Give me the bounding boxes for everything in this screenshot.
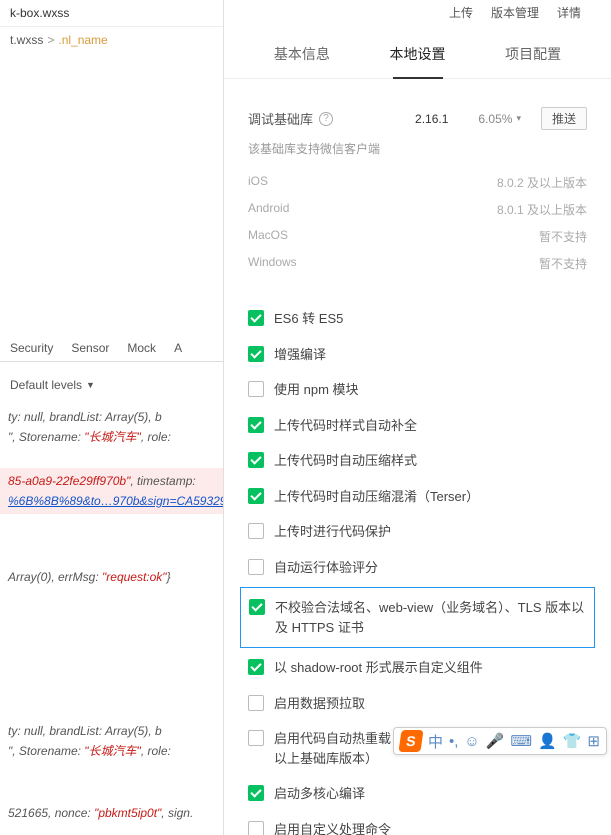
checkbox[interactable] <box>248 310 264 326</box>
ime-lang[interactable]: 中 <box>428 731 443 752</box>
console-error-link[interactable]: %6B%8B%89&to…970b&sign=CA59329657F5 <box>0 488 223 514</box>
ime-toolbar[interactable]: S 中 •, ☺ 🎤 ⌨ 👤 👕 ⊞ <box>393 727 607 755</box>
file-tab[interactable]: k-box.wxss <box>0 0 223 27</box>
ime-skin-icon[interactable]: 👕 <box>563 732 582 750</box>
option-label: 上传代码时自动压缩样式 <box>274 451 587 471</box>
option-label: 上传时进行代码保护 <box>274 522 587 542</box>
menu-upload[interactable]: 上传 <box>449 4 473 21</box>
checkbox[interactable] <box>248 488 264 504</box>
option-label: 增强编译 <box>274 345 587 365</box>
option-item[interactable]: 自动运行体验评分 <box>248 550 587 586</box>
tab-local-settings[interactable]: 本地设置 <box>360 30 476 78</box>
tab-basic-info[interactable]: 基本信息 <box>244 30 360 78</box>
top-menu: 上传 版本管理 详情 <box>449 0 581 25</box>
sogou-logo-icon[interactable]: S <box>398 730 423 752</box>
debug-base-version[interactable]: 2.16.1 <box>405 110 458 128</box>
push-button[interactable]: 推送 <box>541 107 587 130</box>
option-item[interactable]: 不校验合法域名、web-view（业务域名）、TLS 版本以及 HTTPS 证书 <box>240 587 595 648</box>
chevron-down-icon: ▾ <box>516 113 521 124</box>
log-level-filter[interactable]: Default levels ▼ <box>0 372 105 398</box>
checkbox[interactable] <box>248 785 264 801</box>
settings-panel: 上传 版本管理 详情 基本信息 本地设置 项目配置 调试基础库 ? 2.16.1… <box>223 0 611 835</box>
settings-tabs: 基本信息 本地设置 项目配置 <box>224 30 611 79</box>
option-label: ES6 转 ES5 <box>274 309 587 329</box>
devtools-tab-sensor[interactable]: Sensor <box>71 341 109 355</box>
menu-detail[interactable]: 详情 <box>557 4 581 21</box>
devtools-tab-security[interactable]: Security <box>10 341 53 355</box>
dropdown-icon: ▼ <box>86 380 95 390</box>
chevron-right-icon: > <box>47 33 54 47</box>
checkbox[interactable] <box>248 695 264 711</box>
breadcrumb-class: .nl_name <box>58 33 107 47</box>
option-item[interactable]: 上传代码时自动压缩混淆（Terser） <box>248 479 587 515</box>
checkbox[interactable] <box>248 730 264 746</box>
option-item[interactable]: 上传时进行代码保护 <box>248 514 587 550</box>
console-line: Array(0), errMsg: "request:ok"} <box>0 564 223 590</box>
option-label: 启动多核心编译 <box>274 784 587 804</box>
option-item[interactable]: 以 shadow-root 形式展示自定义组件 <box>248 650 587 686</box>
option-label: 上传代码时自动压缩混淆（Terser） <box>274 487 587 507</box>
option-label: 使用 npm 模块 <box>274 380 587 400</box>
option-label: 启用自定义处理命令 <box>274 820 587 835</box>
option-item[interactable]: 启用自定义处理命令 <box>248 812 587 835</box>
debug-base-label: 调试基础库 <box>248 109 313 128</box>
devtools-tab-more[interactable]: A <box>174 341 182 355</box>
console-line: ", Storename: "长城汽车", role: <box>0 424 223 450</box>
option-item[interactable]: 使用 npm 模块 <box>248 372 587 408</box>
menu-version[interactable]: 版本管理 <box>491 4 539 21</box>
support-row: Android8.0.1 及以上版本 <box>248 196 587 223</box>
option-label: 不校验合法域名、web-view（业务域名）、TLS 版本以及 HTTPS 证书 <box>275 598 586 637</box>
option-item[interactable]: 启用数据预拉取 <box>248 686 587 722</box>
checkbox[interactable] <box>248 659 264 675</box>
debug-base-percent[interactable]: 6.05% ▾ <box>468 110 531 128</box>
option-item[interactable]: 启动多核心编译 <box>248 776 587 812</box>
support-row: iOS8.0.2 及以上版本 <box>248 169 587 196</box>
option-label: 启用数据预拉取 <box>274 694 587 714</box>
option-item[interactable]: 增强编译 <box>248 337 587 373</box>
breadcrumb-file: t.wxss <box>10 33 43 47</box>
ime-toolbox-icon[interactable]: ⊞ <box>587 732 600 750</box>
help-icon[interactable]: ? <box>319 112 333 126</box>
ime-voice-icon[interactable]: 🎤 <box>486 732 505 750</box>
checkbox[interactable] <box>248 523 264 539</box>
devtools-tabs: Security Sensor Mock A <box>0 335 223 362</box>
ime-user-icon[interactable]: 👤 <box>538 732 557 750</box>
ime-emoji-icon[interactable]: ☺ <box>464 733 479 750</box>
ime-punct-icon[interactable]: •, <box>449 733 458 750</box>
ime-keyboard-icon[interactable]: ⌨ <box>510 732 532 750</box>
checkbox[interactable] <box>248 559 264 575</box>
console-line: 521665, nonce: "pbkmt5ip0t", sign. <box>0 800 223 826</box>
checkbox[interactable] <box>248 821 264 835</box>
base-lib-hint: 该基础库支持微信客户端 <box>248 140 587 157</box>
support-row: MacOS暂不支持 <box>248 223 587 250</box>
checkbox[interactable] <box>248 381 264 397</box>
breadcrumb[interactable]: t.wxss > .nl_name <box>0 27 223 53</box>
option-label: 以 shadow-root 形式展示自定义组件 <box>274 658 587 678</box>
checkbox[interactable] <box>248 346 264 362</box>
checkbox[interactable] <box>248 417 264 433</box>
debug-base-row: 调试基础库 ? 2.16.1 6.05% ▾ 推送 <box>248 107 587 130</box>
editor-left-panel: k-box.wxss t.wxss > .nl_name Security Se… <box>0 0 223 835</box>
devtools-tab-mock[interactable]: Mock <box>127 341 156 355</box>
support-list: iOS8.0.2 及以上版本 Android8.0.1 及以上版本 MacOS暂… <box>248 169 587 277</box>
checkbox[interactable] <box>248 452 264 468</box>
option-item[interactable]: ES6 转 ES5 <box>248 301 587 337</box>
option-label: 上传代码时样式自动补全 <box>274 416 587 436</box>
option-label: 自动运行体验评分 <box>274 558 587 578</box>
option-item[interactable]: 上传代码时自动压缩样式 <box>248 443 587 479</box>
checkbox[interactable] <box>249 599 265 615</box>
tab-project-config[interactable]: 项目配置 <box>475 30 591 78</box>
settings-content: 调试基础库 ? 2.16.1 6.05% ▾ 推送 该基础库支持微信客户端 iO… <box>224 79 611 835</box>
support-row: Windows暂不支持 <box>248 250 587 277</box>
option-item[interactable]: 上传代码时样式自动补全 <box>248 408 587 444</box>
console-line: ", Storename: "长城汽车", role: <box>0 738 223 764</box>
